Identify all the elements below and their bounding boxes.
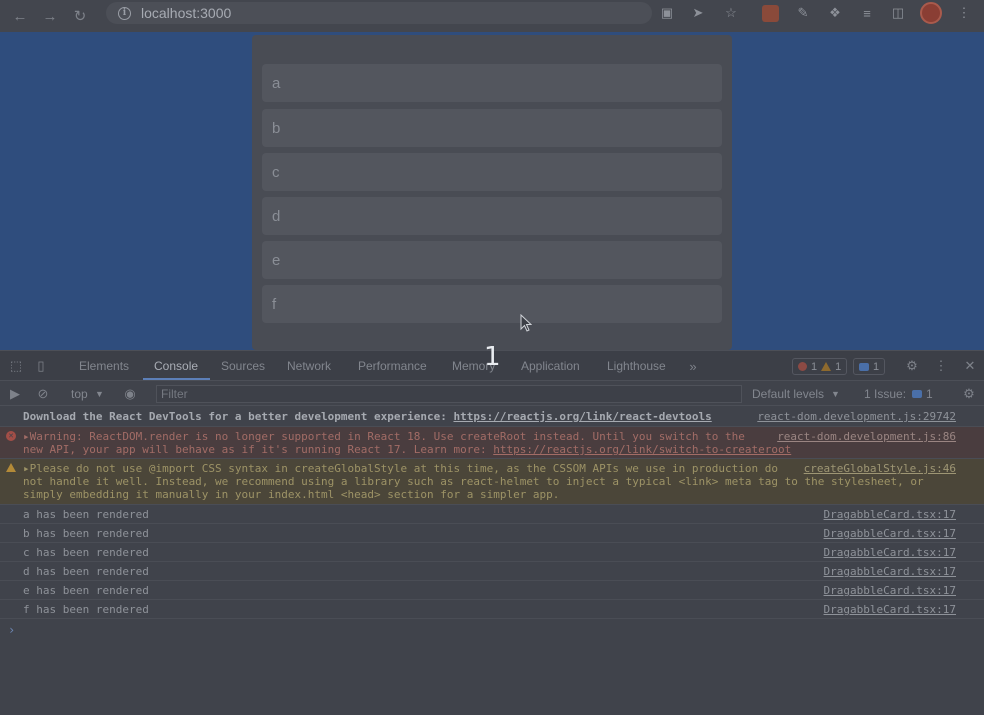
inspect-icon[interactable]: ⬚ — [9, 358, 23, 373]
console-message: e has been rendered DragabbleCard.tsx:17 — [0, 581, 984, 600]
draggable-card[interactable]: e — [262, 241, 722, 279]
star-icon[interactable]: ☆ — [722, 4, 740, 22]
arrow-right-icon[interactable]: → — [35, 4, 65, 28]
device-toolbar-icon[interactable]: ▯ — [34, 358, 48, 373]
console-message: b has been rendered DragabbleCard.tsx:17 — [0, 524, 984, 543]
clear-console-icon[interactable]: ⊘ — [36, 386, 50, 401]
tab-sources[interactable]: Sources — [221, 359, 265, 373]
draggable-card[interactable]: a — [262, 64, 722, 102]
message-icon — [859, 362, 869, 371]
avatar[interactable] — [920, 2, 942, 24]
expand-arrow-icon[interactable]: ▸ — [23, 462, 30, 475]
media-icon[interactable]: ≡ — [858, 4, 876, 22]
draggable-card[interactable]: d — [262, 197, 722, 235]
more-tabs-icon[interactable]: » — [686, 359, 700, 374]
source-link[interactable]: createGlobalStyle.js:46 — [804, 462, 956, 475]
tab-application[interactable]: Application — [521, 359, 580, 373]
console-message: d has been rendered DragabbleCard.tsx:17 — [0, 562, 984, 581]
extension-icon[interactable] — [762, 5, 779, 22]
log-levels-select[interactable]: Default levels — [752, 387, 824, 401]
gear-icon[interactable]: ⚙ — [905, 358, 919, 373]
error-icon — [798, 362, 807, 371]
tab-lighthouse[interactable]: Lighthouse — [607, 359, 666, 373]
source-link[interactable]: DragabbleCard.tsx:17 — [824, 508, 956, 521]
eyedropper-icon[interactable]: ✎ — [794, 4, 812, 22]
page-viewport: a b c d e f — [0, 32, 984, 350]
sidebar-toggle-icon[interactable]: ▶ — [8, 386, 22, 401]
reload-icon[interactable]: ↻ — [65, 4, 95, 28]
console-prompt[interactable]: › — [8, 623, 15, 637]
more-vert-icon[interactable]: ⋮ — [934, 358, 948, 373]
tab-console[interactable]: Console — [154, 359, 198, 373]
context-select[interactable]: top — [71, 387, 88, 401]
console-error: ✕ ▸Warning: ReactDOM.render is no longer… — [0, 427, 984, 459]
tab-elements[interactable]: Elements — [79, 359, 129, 373]
error-icon: ✕ — [6, 431, 16, 441]
issues-count[interactable]: 1 — [926, 387, 933, 401]
console-toolbar: ▶ ⊘ top ▼ ◉ Filter Default levels ▼ 1 Is… — [0, 382, 984, 406]
draggable-card[interactable]: b — [262, 109, 722, 147]
message-counter[interactable]: 1 — [853, 358, 886, 375]
source-link[interactable]: DragabbleCard.tsx:17 — [824, 546, 956, 559]
issue-icon — [912, 390, 922, 398]
console-message: Download the React DevTools for a better… — [0, 407, 984, 427]
error-warning-counter[interactable]: 1 1 — [792, 358, 848, 375]
tab-performance[interactable]: Performance — [358, 359, 427, 373]
issues-button[interactable]: 1 Issue: — [864, 387, 906, 401]
console-warning: ▸Please do not use @import CSS syntax in… — [0, 459, 984, 505]
arrow-left-icon[interactable]: ← — [5, 4, 35, 28]
url-text: localhost:3000 — [141, 5, 232, 21]
source-link[interactable]: DragabbleCard.tsx:17 — [824, 565, 956, 578]
sidepanel-icon[interactable]: ◫ — [889, 4, 907, 22]
close-icon[interactable]: ✕ — [963, 358, 977, 373]
warning-icon — [6, 463, 16, 472]
chevron-down-icon[interactable]: ▼ — [95, 389, 104, 399]
devtools-panel: ⬚ ▯ Elements Console Sources Network Per… — [0, 350, 984, 715]
gear-icon[interactable]: ⚙ — [962, 386, 976, 401]
warning-icon — [821, 362, 832, 371]
console-message: f has been rendered DragabbleCard.tsx:17 — [0, 600, 984, 619]
eye-icon[interactable]: ◉ — [123, 386, 137, 401]
overlay-number: 1 — [484, 342, 501, 372]
draggable-card[interactable]: c — [262, 153, 722, 191]
address-bar[interactable]: i localhost:3000 — [106, 2, 652, 24]
card-board: a b c d e f — [252, 35, 732, 350]
mouse-cursor-icon — [520, 314, 532, 332]
createroot-link[interactable]: https://reactjs.org/link/switch-to-creat… — [493, 443, 791, 456]
more-vert-icon[interactable]: ⋮ — [955, 4, 973, 22]
send-icon[interactable]: ➤ — [689, 4, 707, 22]
draggable-card[interactable]: f — [262, 285, 722, 323]
tab-network[interactable]: Network — [287, 359, 331, 373]
source-link[interactable]: react-dom.development.js:86 — [777, 430, 956, 443]
puzzle-icon[interactable]: ❖ — [826, 4, 844, 22]
filter-input[interactable]: Filter — [156, 385, 742, 403]
console-message: a has been rendered DragabbleCard.tsx:17 — [0, 505, 984, 524]
source-link[interactable]: DragabbleCard.tsx:17 — [824, 603, 956, 616]
devtools-link[interactable]: https://reactjs.org/link/react-devtools — [453, 410, 711, 423]
translate-icon[interactable]: ▣ — [658, 4, 676, 22]
console-message: c has been rendered DragabbleCard.tsx:17 — [0, 543, 984, 562]
source-link[interactable]: react-dom.development.js:29742 — [757, 410, 956, 423]
site-info-icon[interactable]: i — [118, 6, 131, 20]
active-tab-indicator — [143, 378, 210, 380]
chevron-down-icon[interactable]: ▼ — [831, 389, 840, 399]
browser-toolbar: ← → ↻ i localhost:3000 ▣ ➤ ☆ ✎ ❖ ≡ ◫ ⋮ — [0, 0, 984, 32]
expand-arrow-icon[interactable]: ▸ — [23, 430, 30, 443]
source-link[interactable]: DragabbleCard.tsx:17 — [824, 527, 956, 540]
source-link[interactable]: DragabbleCard.tsx:17 — [824, 584, 956, 597]
